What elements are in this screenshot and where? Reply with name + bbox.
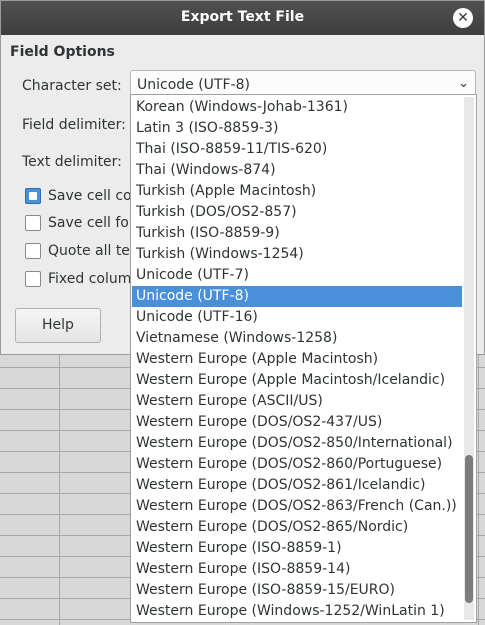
dropdown-option[interactable]: Western Europe (Apple Macintosh/Icelandi… bbox=[132, 370, 462, 391]
dropdown-option[interactable]: Western Europe (DOS/OS2-861/Icelandic) bbox=[132, 475, 462, 496]
dropdown-option[interactable]: Western Europe (ISO-8859-1) bbox=[132, 538, 462, 559]
dropdown-option[interactable]: Western Europe (ASCII/US) bbox=[132, 391, 462, 412]
dropdown-option[interactable]: Vietnamese (Windows-1258) bbox=[132, 328, 462, 349]
dropdown-option[interactable]: Unicode (UTF-8) bbox=[132, 286, 462, 307]
field-delimiter-label: Field delimiter: bbox=[22, 117, 126, 133]
save-cell-content-checkbox[interactable] bbox=[25, 188, 41, 204]
dropdown-option[interactable]: Unicode (UTF-7) bbox=[132, 265, 462, 286]
quote-all-text-checkbox[interactable] bbox=[25, 243, 41, 259]
character-set-dropdown-list[interactable]: Korean (Windows-Johab-1361) Latin 3 (ISO-… bbox=[130, 94, 477, 623]
quote-all-text-label: Quote all tex bbox=[48, 243, 138, 259]
title-bar[interactable]: Export Text File ✕ bbox=[1, 1, 484, 35]
help-button[interactable]: Help bbox=[15, 308, 101, 343]
fixed-column-width-checkbox[interactable] bbox=[25, 271, 41, 287]
fixed-column-width-label: Fixed column bbox=[48, 271, 141, 287]
character-set-value: Unicode (UTF-8) bbox=[137, 77, 250, 93]
dropdown-option[interactable]: Turkish (Apple Macintosh) bbox=[132, 181, 462, 202]
dropdown-option[interactable]: Latin 3 (ISO-8859-3) bbox=[132, 118, 462, 139]
dropdown-option[interactable]: Western Europe (DOS/OS2-860/Portuguese) bbox=[132, 454, 462, 475]
dropdown-option[interactable]: Western Europe (Apple Macintosh) bbox=[132, 349, 462, 370]
dropdown-option[interactable]: Western Europe (DOS/OS2-863/French (Can.… bbox=[132, 496, 462, 517]
close-button[interactable]: ✕ bbox=[453, 8, 473, 28]
dropdown-option[interactable]: Thai (Windows-874) bbox=[132, 160, 462, 181]
close-icon: ✕ bbox=[457, 10, 469, 26]
dropdown-option[interactable]: Thai (ISO-8859-11/TIS-620) bbox=[132, 139, 462, 160]
dropdown-scrollbar[interactable] bbox=[464, 97, 474, 620]
save-cell-formulas-checkbox[interactable] bbox=[25, 215, 41, 231]
dropdown-option[interactable]: Western Europe (DOS/OS2-850/Internationa… bbox=[132, 433, 462, 454]
save-cell-content-label: Save cell con bbox=[48, 188, 141, 204]
dropdown-option[interactable]: Turkish (Windows-1254) bbox=[132, 244, 462, 265]
dropdown-option[interactable]: Turkish (ISO-8859-9) bbox=[132, 223, 462, 244]
dropdown-option[interactable]: Western Europe (ISO-8859-15/EURO) bbox=[132, 580, 462, 601]
section-title: Field Options bbox=[10, 44, 115, 60]
text-delimiter-label: Text delimiter: bbox=[22, 154, 122, 170]
grid-column-line bbox=[59, 355, 60, 625]
dropdown-option[interactable]: Western Europe (ISO-8859-14) bbox=[132, 559, 462, 580]
dropdown-option[interactable]: Turkish (DOS/OS2-857) bbox=[132, 202, 462, 223]
dropdown-option[interactable]: Western Europe (DOS/OS2-865/Nordic) bbox=[132, 517, 462, 538]
chevron-down-icon: ⌄ bbox=[458, 76, 469, 91]
dropdown-option[interactable]: Western Europe (Windows-1252/WinLatin 1) bbox=[132, 601, 462, 622]
dropdown-option[interactable]: Unicode (UTF-16) bbox=[132, 307, 462, 328]
dropdown-option[interactable]: Western Europe (DOS/OS2-437/US) bbox=[132, 412, 462, 433]
character-set-label: Character set: bbox=[22, 78, 122, 94]
dropdown-option[interactable]: Korean (Windows-Johab-1361) bbox=[132, 97, 462, 118]
scrollbar-thumb[interactable] bbox=[465, 455, 473, 603]
grid-column-line bbox=[478, 355, 479, 625]
dialog-title: Export Text File bbox=[180, 9, 305, 25]
